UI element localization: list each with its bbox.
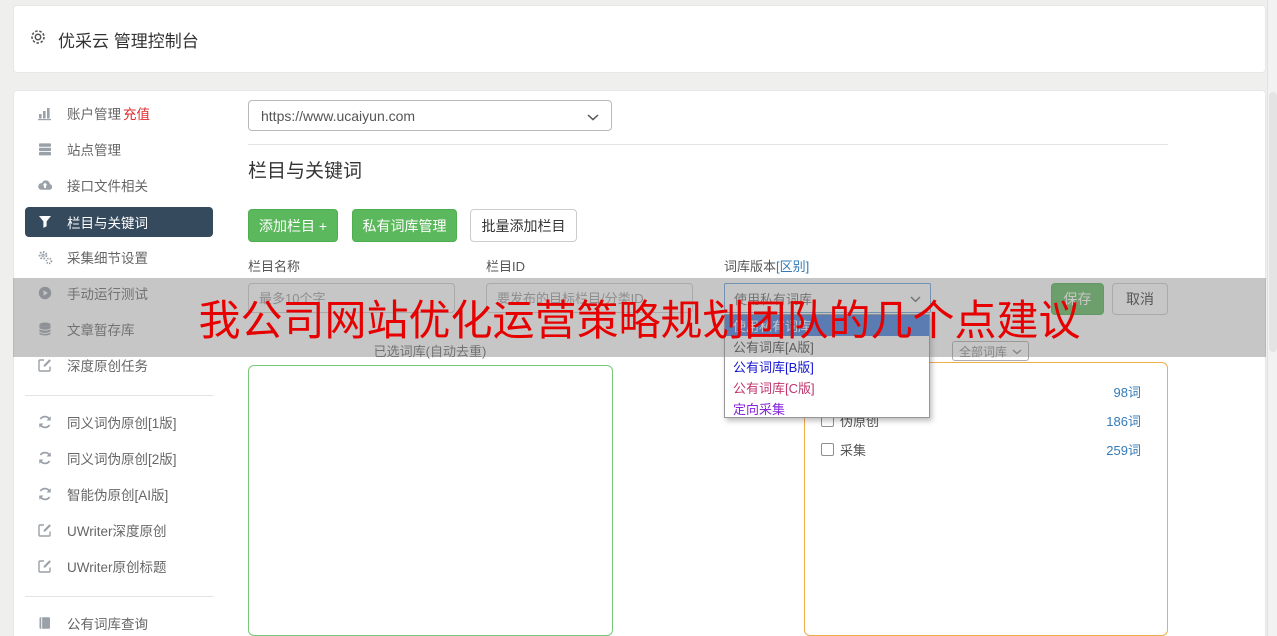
app-title: 优采云 管理控制台 bbox=[58, 31, 199, 51]
add-column-button[interactable]: 添加栏目 + bbox=[248, 209, 338, 242]
sidebar-item-label: 公有词库查询 bbox=[67, 617, 148, 632]
word-count: 98词 bbox=[1113, 385, 1141, 400]
sidebar-item-label: 深度原创任务 bbox=[67, 359, 148, 374]
sidebar-item-label: 同义词伪原创[2版] bbox=[67, 452, 177, 467]
lexicon-row-label: 采集 bbox=[840, 443, 867, 458]
app-header: 优采云 管理控制台 bbox=[13, 5, 1266, 73]
sidebar-item-label: 站点管理 bbox=[67, 143, 121, 158]
chevron-down-icon bbox=[587, 108, 599, 124]
vertical-scrollbar[interactable] bbox=[1267, 0, 1277, 636]
gears-icon bbox=[37, 249, 53, 265]
sidebar-item-label: 智能伪原创[AI版] bbox=[67, 488, 169, 503]
sidebar-item-label: 接口文件相关 bbox=[67, 179, 148, 194]
version-diff-link[interactable]: [区别] bbox=[776, 259, 809, 274]
option-targeted-collect[interactable]: 定向采集 bbox=[725, 398, 929, 419]
sidebar-item-sites[interactable]: 站点管理 bbox=[25, 134, 213, 164]
refresh-icon bbox=[37, 414, 53, 430]
recharge-badge[interactable]: 充值 bbox=[123, 107, 150, 122]
column-id-label: 栏目ID bbox=[486, 259, 526, 274]
watermark-text: 我公司网站优化运营策略规划团队的几个点建议 bbox=[198, 297, 1081, 344]
sidebar-item-synonym-v2[interactable]: 同义词伪原创[2版] bbox=[25, 443, 213, 473]
sidebar-item-collect-settings[interactable]: 采集细节设置 bbox=[25, 242, 213, 272]
book-icon bbox=[37, 615, 53, 631]
private-lexicon-button[interactable]: 私有词库管理 bbox=[352, 209, 457, 242]
sidebar-item-account[interactable]: 账户管理 充值 bbox=[25, 98, 213, 128]
selected-lexicon-box[interactable] bbox=[248, 365, 613, 636]
sidebar-item-label: 栏目与关键词 bbox=[67, 216, 148, 231]
sidebar-item-interface-files[interactable]: 接口文件相关 bbox=[25, 170, 213, 200]
sidebar-item-public-lexicon-query[interactable]: 公有词库查询 bbox=[25, 608, 213, 636]
sidebar-item-label: 同义词伪原创[1版] bbox=[67, 416, 177, 431]
refresh-icon bbox=[37, 486, 53, 502]
page-title: 栏目与关键词 bbox=[248, 161, 363, 182]
sidebar-item-label: 账户管理 充值 bbox=[67, 107, 150, 122]
batch-add-button[interactable]: 批量添加栏目 bbox=[470, 209, 577, 242]
sidebar-item-label: UWriter深度原创 bbox=[67, 524, 167, 539]
edit-icon bbox=[37, 558, 53, 574]
option-public-b[interactable]: 公有词库[B版] bbox=[725, 357, 929, 378]
content-divider bbox=[248, 144, 1168, 145]
funnel-icon bbox=[37, 214, 53, 230]
sidebar-item-columns-keywords[interactable]: 栏目与关键词 bbox=[25, 207, 213, 237]
app-title-wrap: 优采云 管理控制台 bbox=[28, 27, 199, 52]
site-url-select[interactable]: https://www.ucaiyun.com bbox=[248, 100, 612, 131]
gear-icon bbox=[28, 27, 48, 52]
sidebar-item-synonym-v1[interactable]: 同义词伪原创[1版] bbox=[25, 407, 213, 437]
edit-icon bbox=[37, 522, 53, 538]
column-name-label: 栏目名称 bbox=[248, 259, 301, 274]
sidebar-item-label: UWriter原创标题 bbox=[67, 560, 167, 575]
option-public-c[interactable]: 公有词库[C版] bbox=[725, 377, 929, 398]
sidebar-item-label: 采集细节设置 bbox=[67, 251, 148, 266]
scrollbar-thumb[interactable] bbox=[1269, 92, 1277, 352]
bar-chart-icon bbox=[37, 105, 53, 121]
sidebar-divider bbox=[25, 395, 213, 396]
refresh-icon bbox=[37, 450, 53, 466]
edit-icon bbox=[37, 357, 53, 373]
sidebar-item-uwriter-deep[interactable]: UWriter深度原创 bbox=[25, 515, 213, 545]
lexicon-version-label: 词库版本[区别] bbox=[724, 259, 810, 274]
sidebar-item-smart-ai[interactable]: 智能伪原创[AI版] bbox=[25, 479, 213, 509]
site-url-value: https://www.ucaiyun.com bbox=[261, 107, 416, 124]
sidebar-item-uwriter-title[interactable]: UWriter原创标题 bbox=[25, 551, 213, 581]
lexicon-row[interactable]: 采集 259词 bbox=[805, 435, 1167, 464]
word-count: 186词 bbox=[1106, 414, 1141, 429]
checkbox-collect[interactable] bbox=[821, 443, 834, 456]
cloud-upload-icon bbox=[37, 177, 53, 193]
server-icon bbox=[37, 141, 53, 157]
sidebar-divider bbox=[25, 596, 213, 597]
page: 优采云 管理控制台 账户管理 充值 站点管理 接口文件相关 栏目与关键词 采集细节… bbox=[0, 0, 1277, 636]
watermark-overlay: 我公司网站优化运营策略规划团队的几个点建议 bbox=[13, 278, 1266, 357]
word-count: 259词 bbox=[1106, 443, 1141, 458]
